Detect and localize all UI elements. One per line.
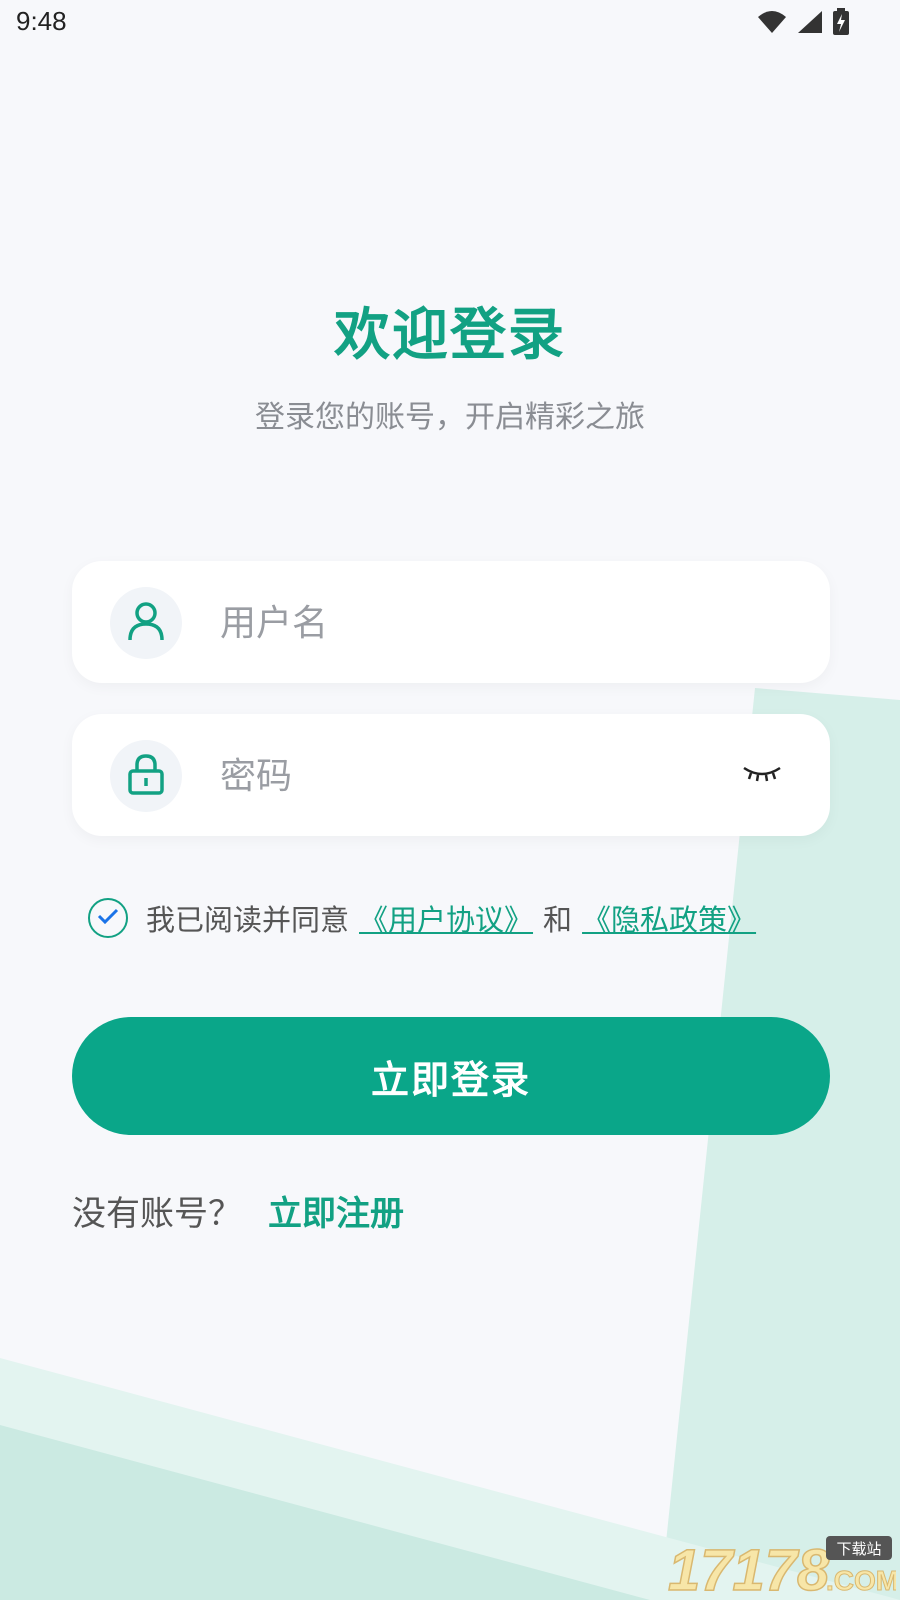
password-icon-circle: [110, 740, 182, 812]
privacy-policy-link[interactable]: 《隐私政策》: [582, 897, 756, 939]
username-icon-circle: [110, 587, 182, 659]
login-button[interactable]: 立即登录: [72, 1017, 830, 1135]
register-row: 没有账号？ 立即注册: [72, 1186, 404, 1235]
svg-text:17178: 17178: [668, 1538, 830, 1596]
agreement-row: 我已阅读并同意 《用户协议》 和 《隐私政策》: [88, 893, 766, 943]
page-title: 欢迎登录: [334, 303, 566, 368]
and-text: 和: [543, 903, 573, 937]
watermark-logo: 17178 下载站 .COM: [666, 1530, 900, 1600]
user-icon: [126, 600, 166, 646]
username-input[interactable]: [218, 597, 742, 649]
no-account-text: 没有账号？: [72, 1194, 242, 1234]
register-link[interactable]: 立即注册: [268, 1186, 404, 1235]
eye-closed-icon: [742, 762, 782, 788]
agree-text: 我已阅读并同意: [146, 903, 350, 937]
status-time: 9:48: [16, 6, 67, 36]
password-field[interactable]: [72, 714, 830, 836]
password-visibility-toggle[interactable]: [742, 760, 782, 790]
svg-text:下载站: 下载站: [836, 1540, 881, 1558]
signal-icon: [796, 9, 824, 39]
status-bar: 9:48: [0, 0, 900, 48]
status-icons: [756, 8, 850, 40]
username-field[interactable]: [72, 561, 830, 683]
agree-checkbox[interactable]: [88, 898, 128, 938]
user-agreement-link[interactable]: 《用户协议》: [359, 897, 533, 939]
wifi-icon: [756, 9, 788, 39]
password-input[interactable]: [218, 750, 742, 802]
page-subtitle: 登录您的账号，开启精彩之旅: [255, 400, 645, 435]
svg-text:.COM: .COM: [826, 1565, 896, 1596]
battery-icon: [832, 8, 850, 40]
check-icon: [97, 908, 119, 928]
lock-icon: [127, 753, 165, 799]
